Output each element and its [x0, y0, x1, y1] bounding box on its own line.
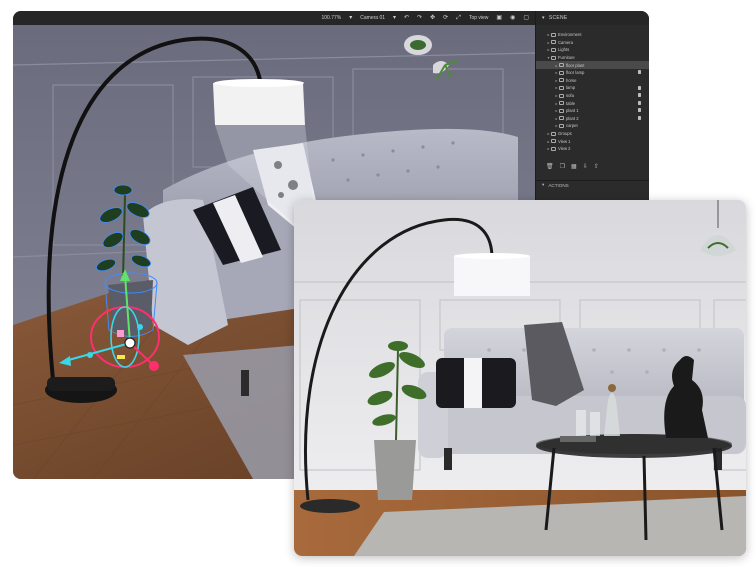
folder-icon: [551, 55, 556, 60]
view-icon: [551, 146, 556, 151]
chevron-down-icon[interactable]: ▾: [542, 15, 545, 21]
tree-item-plant-2[interactable]: ▸ plant 2: [536, 115, 649, 123]
tree-item-camera[interactable]: ▸ Camera: [536, 39, 649, 47]
tree-item-label: plant 2: [566, 115, 579, 121]
tree-item-floor-plant[interactable]: ▸ floor plant: [536, 61, 649, 69]
tree-item-table[interactable]: ▸ table: [536, 99, 649, 107]
tree-item-label: sofa: [566, 93, 574, 99]
tree-item-label: plant 1: [566, 108, 579, 114]
viewport-toolbar: 100.77% ▾ Camera 01 ▾ ↶ ↷ ✥ ⟳ ⤢ Top view…: [13, 11, 535, 25]
tree-item-label: Groups: [558, 131, 572, 137]
object-icon: [559, 70, 564, 75]
import-icon[interactable]: ⇧: [594, 163, 599, 170]
folder-icon: [551, 32, 556, 37]
tree-item-label: Furniture: [558, 55, 575, 61]
folder-icon: [551, 47, 556, 52]
view-mode[interactable]: Top view: [469, 15, 488, 21]
lock-icon[interactable]: [638, 100, 641, 105]
lock-icon[interactable]: [638, 93, 641, 98]
chevron-down-icon[interactable]: ▾: [393, 15, 396, 21]
object-icon: [559, 78, 564, 83]
tree-item-label: View 1: [558, 138, 571, 144]
chevron-down-icon[interactable]: ▾: [542, 182, 544, 188]
tree-item-environment[interactable]: ▸ Environment: [536, 31, 649, 39]
tree-item-label: horse: [566, 77, 577, 83]
folder-icon: [551, 40, 556, 45]
tree-item-sofa[interactable]: ▸ sofa: [536, 92, 649, 100]
move-icon[interactable]: ✥: [430, 15, 435, 21]
folder-icon: [551, 131, 556, 136]
scene-tools: 🗑 ❐ ▦ ⇩ ⇧: [536, 163, 649, 170]
camera-icon[interactable]: ◉: [510, 15, 515, 21]
scene-tree: ▸ Environment ▸ Camera ▸ Lights ▾ Furniture …: [536, 25, 649, 153]
product-showcase: 100.77% ▾ Camera 01 ▾ ↶ ↷ ✥ ⟳ ⤢ Top view…: [0, 0, 756, 567]
object-icon: [559, 108, 564, 113]
view-icon: [551, 139, 556, 144]
tree-item-floor-lamp[interactable]: ▸ floor lamp: [536, 69, 649, 77]
object-icon: [559, 85, 564, 90]
frame-icon[interactable]: ▣: [496, 15, 502, 21]
group-icon[interactable]: ▦: [571, 163, 577, 170]
lock-icon[interactable]: [638, 108, 641, 113]
actions-header[interactable]: ▾ ACTIONS: [536, 179, 649, 190]
tree-item-groups[interactable]: ▸ Groups: [536, 130, 649, 138]
lock-icon[interactable]: [638, 70, 641, 75]
object-icon: [559, 116, 564, 121]
tree-item-label: lamp: [566, 85, 576, 91]
camera-select[interactable]: Camera 01: [360, 15, 385, 21]
tree-item-view-1[interactable]: ▸ View 1: [536, 137, 649, 145]
object-icon: [559, 123, 564, 128]
tree-item-label: Environment: [558, 32, 582, 38]
tree-item-lamp[interactable]: ▸ lamp: [536, 84, 649, 92]
object-icon: [559, 93, 564, 98]
rotate-icon[interactable]: ⟳: [443, 15, 448, 21]
render-icon[interactable]: ▢: [523, 15, 529, 21]
lock-icon[interactable]: [638, 85, 641, 90]
tree-item-view-2[interactable]: ▸ View 2: [536, 145, 649, 153]
export-icon[interactable]: ⇩: [583, 163, 588, 170]
rendered-image: [294, 200, 746, 556]
object-icon: [559, 63, 564, 68]
scene-panel-header[interactable]: ▾ SCENE: [536, 11, 649, 25]
tree-item-furniture[interactable]: ▾ Furniture: [536, 54, 649, 62]
lock-icon[interactable]: [638, 116, 641, 121]
zoom-level[interactable]: 100.77%: [322, 15, 342, 21]
object-icon: [559, 101, 564, 106]
tree-item-lights[interactable]: ▸ Lights: [536, 46, 649, 54]
render-scene: [294, 200, 746, 556]
render-cushion-striped: [436, 358, 516, 408]
tree-item-label: table: [566, 100, 576, 106]
undo-icon[interactable]: ↶: [404, 15, 409, 21]
tree-item-label: View 2: [558, 146, 571, 152]
trash-icon[interactable]: 🗑: [546, 163, 554, 170]
scale-icon[interactable]: ⤢: [456, 15, 461, 21]
tree-item-label: carpet: [566, 123, 578, 129]
actions-title: ACTIONS: [548, 182, 569, 188]
tree-item-label: Camera: [558, 39, 573, 45]
duplicate-icon[interactable]: ❐: [560, 163, 565, 170]
tree-item-carpet[interactable]: ▸ carpet: [536, 122, 649, 130]
tree-item-horse[interactable]: ▸ horse: [536, 77, 649, 85]
tree-item-label: Lights: [558, 47, 570, 53]
tree-item-plant-1[interactable]: ▸ plant 1: [536, 107, 649, 115]
chevron-down-icon[interactable]: ▾: [349, 15, 352, 21]
redo-icon[interactable]: ↷: [417, 15, 422, 21]
tree-item-label: floor lamp: [566, 70, 585, 76]
tree-item-label: floor plant: [566, 62, 585, 68]
scene-panel-title: SCENE: [548, 15, 568, 21]
